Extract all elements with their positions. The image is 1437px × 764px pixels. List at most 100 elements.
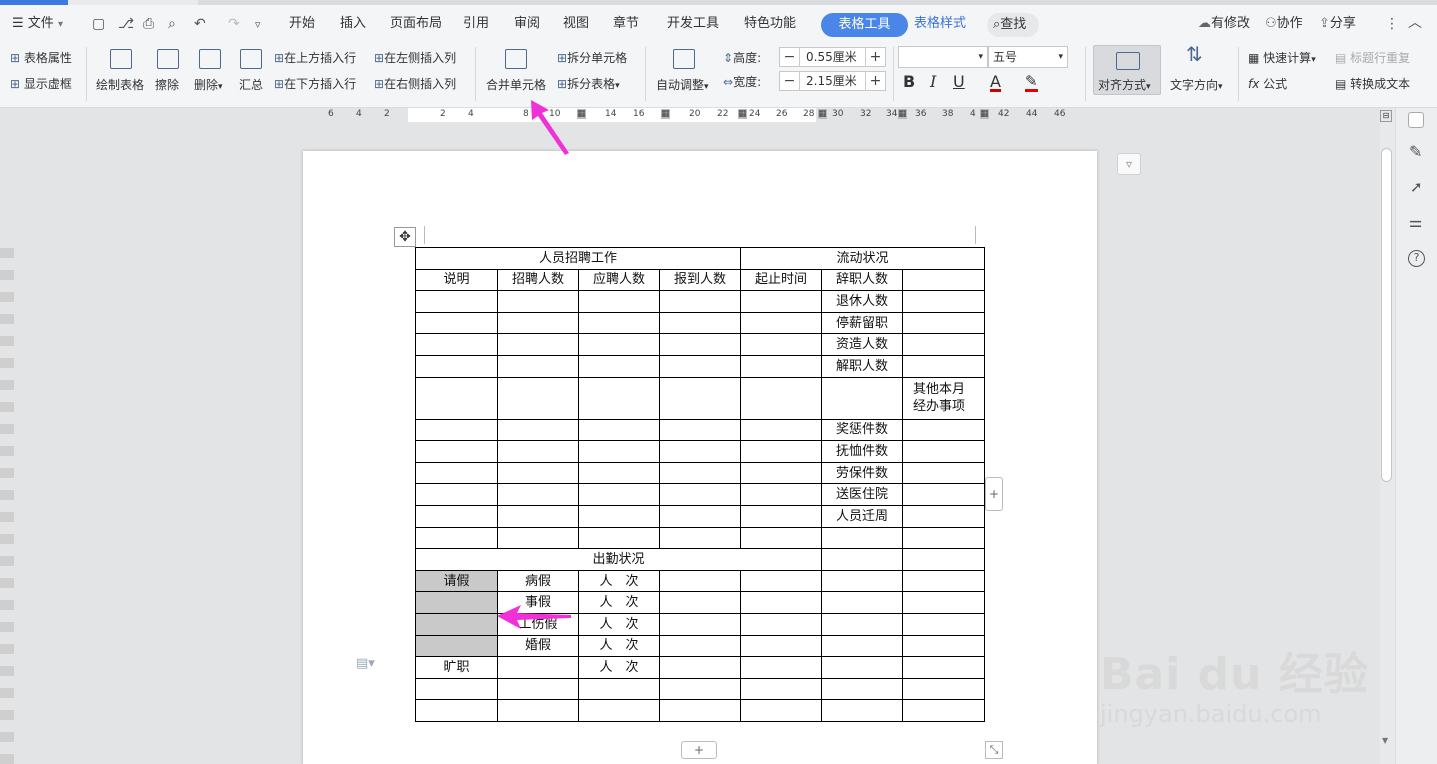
table-cell[interactable]: 送医住院 <box>821 483 903 506</box>
help-icon[interactable]: ? <box>1408 250 1425 267</box>
table-cell[interactable] <box>821 677 903 701</box>
formula-button[interactable]: fx 公式 <box>1248 76 1287 92</box>
table-cell[interactable] <box>415 677 498 701</box>
table-cell[interactable] <box>902 591 985 614</box>
table-cell[interactable]: 人 次 <box>578 612 660 636</box>
table-cell[interactable] <box>902 699 985 722</box>
table-cell[interactable]: 劳保件数 <box>821 461 903 485</box>
ruler-column-marker[interactable]: ▦ <box>898 109 907 119</box>
table-cell[interactable] <box>902 504 985 528</box>
table-cell[interactable] <box>821 526 903 550</box>
table-cell[interactable] <box>415 290 498 313</box>
modified-button[interactable]: ☁有修改 <box>1198 5 1250 43</box>
table-cell[interactable] <box>740 333 822 356</box>
scroll-down-icon[interactable]: ▼ <box>1382 736 1388 745</box>
width-stepper[interactable]: − 2.15厘米 + <box>779 71 886 91</box>
table-cell[interactable] <box>740 569 822 593</box>
paragraph-mark-icon[interactable]: ▤▾ <box>356 656 375 671</box>
table-cell[interactable] <box>497 311 579 335</box>
table-cell[interactable] <box>821 569 903 593</box>
table-cell[interactable] <box>821 634 903 658</box>
font-color-icon[interactable]: A <box>990 74 1001 92</box>
undo-icon[interactable]: ↶ <box>194 16 206 32</box>
insert-above-button[interactable]: ⊞在上方插入行 <box>274 50 356 66</box>
quick-calc-button[interactable]: ▦ 快速计算▾ <box>1248 50 1316 68</box>
table-header-cell[interactable]: 报到人数 <box>659 268 741 292</box>
table-cell[interactable] <box>659 634 741 658</box>
show-grid-button[interactable]: ⊞ 显示虚框 <box>10 76 72 92</box>
table-cell[interactable] <box>659 526 741 550</box>
table-cell[interactable] <box>659 699 741 722</box>
horizontal-ruler[interactable]: 6 4 2 2 4 8 10 ▦ 14 16 ▦ 20 22 ▦ 24 26 2… <box>318 108 1078 122</box>
share-button[interactable]: ⇪分享 <box>1319 5 1356 43</box>
pen-icon[interactable]: ✎ <box>1409 142 1422 161</box>
table-cell[interactable]: 婚假 <box>497 634 579 658</box>
table-cell[interactable] <box>821 376 903 420</box>
table-cell[interactable] <box>902 634 985 658</box>
vertical-ruler[interactable] <box>0 120 14 764</box>
table-cell[interactable] <box>902 548 985 571</box>
table-cell[interactable] <box>497 699 579 722</box>
table-cell[interactable] <box>902 569 985 593</box>
table-cell[interactable] <box>740 526 822 550</box>
table-cell[interactable] <box>740 699 822 722</box>
highlight-icon[interactable]: ✎ <box>1025 74 1038 92</box>
table-cell[interactable] <box>902 461 985 485</box>
table-header-cell[interactable]: 辞职人数 <box>821 268 903 292</box>
table-header-cell[interactable]: 说明 <box>415 268 498 292</box>
table-cell[interactable] <box>821 612 903 636</box>
table-cell[interactable] <box>578 699 660 722</box>
table-cell[interactable] <box>740 483 822 506</box>
table-cell[interactable] <box>821 699 903 722</box>
table-cell[interactable] <box>578 483 660 506</box>
table-cell[interactable] <box>497 504 579 528</box>
search-button[interactable]: ⌕查找 <box>987 13 1039 37</box>
customize-icon[interactable]: ▿ <box>255 17 261 33</box>
table-cell[interactable] <box>740 612 822 636</box>
table-cell[interactable] <box>497 677 579 701</box>
table-cell[interactable]: 人 次 <box>578 656 660 679</box>
tab-developer[interactable]: 开发工具 <box>667 5 719 43</box>
table-cell[interactable] <box>497 333 579 356</box>
delete-button[interactable]: 删除▾ <box>194 77 223 95</box>
tab-view[interactable]: 视图 <box>563 5 589 43</box>
save-icon[interactable]: ▢ <box>92 16 105 32</box>
bold-icon[interactable]: B <box>903 74 915 90</box>
table-cell[interactable] <box>497 376 579 420</box>
table-cell[interactable] <box>659 677 741 701</box>
table-cell[interactable] <box>497 483 579 506</box>
table-cell[interactable] <box>902 268 985 292</box>
italic-icon[interactable]: I <box>930 74 936 90</box>
tab-table-tools[interactable]: 表格工具 <box>821 13 908 37</box>
table-cell[interactable] <box>902 418 985 442</box>
table-cell[interactable] <box>740 634 822 658</box>
cursor-icon[interactable]: ➚ <box>1410 178 1423 196</box>
table-cell[interactable] <box>740 591 822 614</box>
increase-width-button[interactable]: + <box>865 72 885 90</box>
table-cell[interactable] <box>659 504 741 528</box>
merge-cells-button[interactable]: 合并单元格 <box>486 77 546 93</box>
tab-insert[interactable]: 插入 <box>340 5 366 43</box>
table-cell[interactable]: 旷职 <box>415 656 498 679</box>
table-cell-selected[interactable] <box>415 634 498 658</box>
table-header-cell[interactable]: 招聘人数 <box>497 268 579 292</box>
table-cell[interactable] <box>902 612 985 636</box>
underline-icon[interactable]: U <box>953 74 965 90</box>
table-cell[interactable] <box>902 333 985 356</box>
tab-special[interactable]: 特色功能 <box>744 5 796 43</box>
table-cell[interactable] <box>659 418 741 442</box>
table-cell[interactable] <box>740 311 822 335</box>
summary-button[interactable]: 汇总 <box>239 77 263 93</box>
table-cell[interactable] <box>740 354 822 378</box>
table-cell[interactable] <box>415 504 498 528</box>
table-cell[interactable]: 退休人数 <box>821 290 903 313</box>
table-cell[interactable] <box>415 333 498 356</box>
table-cell[interactable] <box>497 290 579 313</box>
draw-table-button[interactable]: 绘制表格 <box>96 77 144 93</box>
table-cell[interactable] <box>659 569 741 593</box>
table-cell[interactable] <box>415 461 498 485</box>
table-cell[interactable] <box>821 591 903 614</box>
table-cell[interactable] <box>578 440 660 463</box>
filter-icon[interactable]: ▿ <box>1117 153 1141 175</box>
tab-home[interactable]: 开始 <box>289 5 315 43</box>
